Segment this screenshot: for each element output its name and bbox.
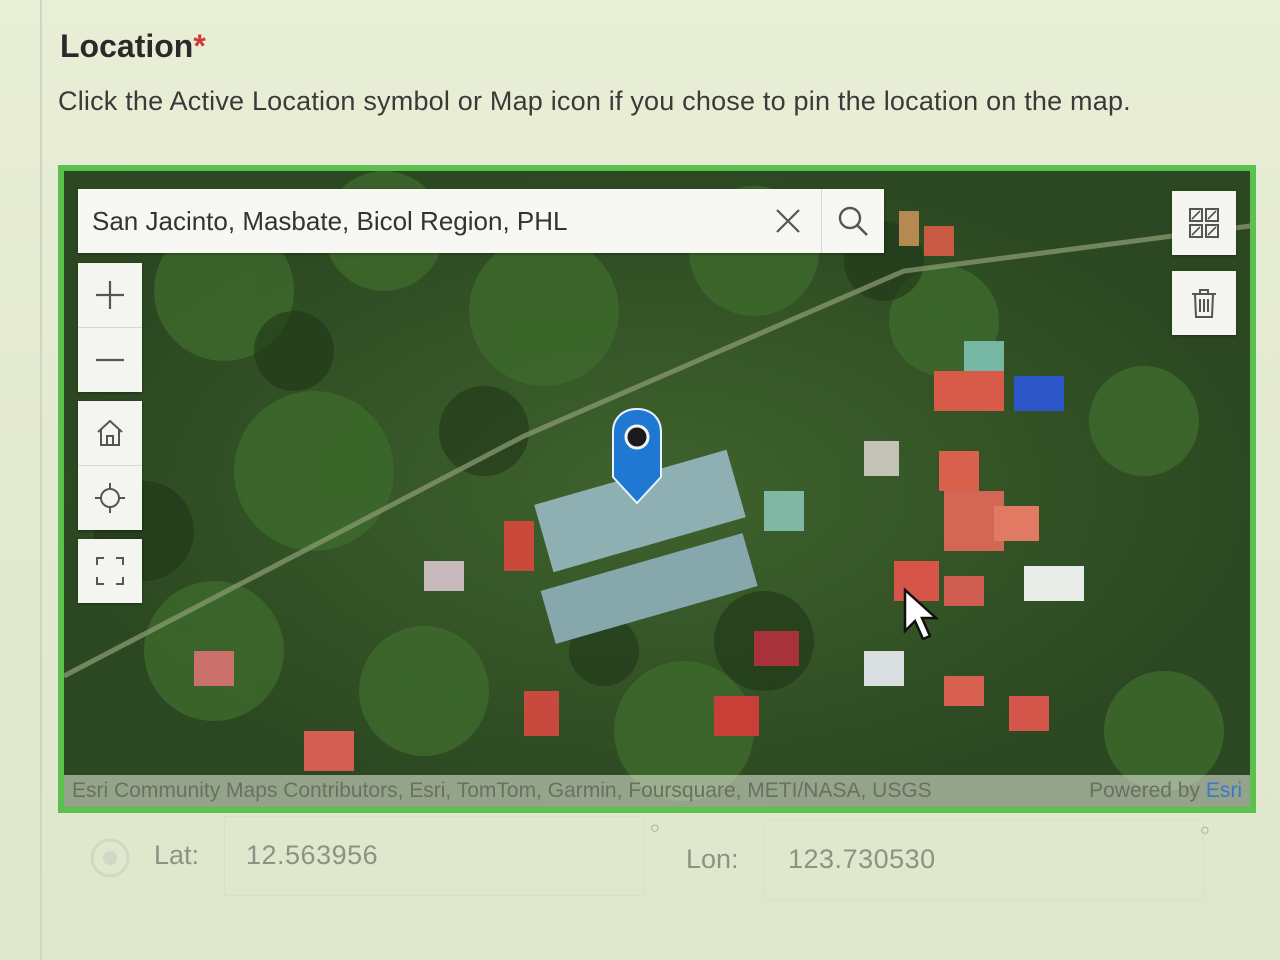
lat-value: 12.563956	[246, 840, 379, 870]
basemap-gallery-icon	[1189, 208, 1219, 238]
lon-label: Lon:	[686, 844, 739, 874]
attribution-sources: Esri Community Maps Contributors, Esri, …	[72, 779, 932, 802]
navigation-controls	[78, 401, 142, 530]
home-button[interactable]	[78, 401, 142, 465]
map-attribution: Esri Community Maps Contributors, Esri, …	[64, 775, 1250, 807]
locate-button[interactable]	[78, 465, 142, 530]
lat-degree-mark: ○	[650, 820, 660, 837]
powered-by-text: Powered by	[1089, 779, 1206, 802]
basemap-control	[1172, 191, 1236, 255]
zoom-controls	[78, 263, 142, 392]
mouse-cursor	[902, 587, 942, 648]
location-help-text: Click the Active Location symbol or Map …	[58, 86, 1131, 116]
required-mark: *	[193, 28, 206, 64]
lon-degree-mark: ○	[1200, 822, 1210, 839]
map-view[interactable]: Esri Community Maps Contributors, Esri, …	[58, 165, 1256, 813]
map-search-bar	[78, 188, 884, 254]
location-pin[interactable]	[610, 407, 664, 512]
lon-value: 123.730530	[788, 844, 936, 874]
trash-icon	[1192, 289, 1216, 318]
fullscreen-button[interactable]	[78, 539, 142, 603]
map-search-input[interactable]	[78, 188, 755, 254]
zoom-out-button[interactable]	[78, 327, 142, 392]
map-pin-icon	[612, 407, 662, 505]
basemap-gallery-button[interactable]	[1172, 191, 1236, 255]
minus-icon	[96, 358, 124, 362]
delete-pin-button[interactable]	[1172, 271, 1236, 335]
coordinate-fields: Lat: 12.563956 ○ Lon: 123.730530 ○	[60, 812, 1256, 912]
fullscreen-control	[78, 539, 142, 603]
search-icon	[838, 206, 868, 236]
current-location-icon[interactable]	[86, 834, 134, 882]
lat-label: Lat:	[154, 840, 200, 870]
search-button[interactable]	[821, 189, 884, 253]
plus-icon	[96, 281, 124, 309]
clear-search-button[interactable]	[755, 189, 821, 253]
form-left-rule	[40, 0, 42, 960]
close-icon	[776, 209, 800, 233]
home-icon	[97, 419, 123, 446]
fullscreen-icon	[96, 557, 124, 585]
zoom-in-button[interactable]	[78, 263, 142, 327]
esri-link[interactable]: Esri	[1206, 779, 1242, 802]
cursor-arrow-icon	[903, 587, 940, 641]
crosshair-icon	[95, 483, 125, 513]
delete-control	[1172, 271, 1236, 335]
location-field-title: Location*	[60, 28, 206, 65]
field-title-text: Location	[60, 28, 194, 64]
attribution-powered-by: Powered by Esri	[1089, 779, 1242, 803]
